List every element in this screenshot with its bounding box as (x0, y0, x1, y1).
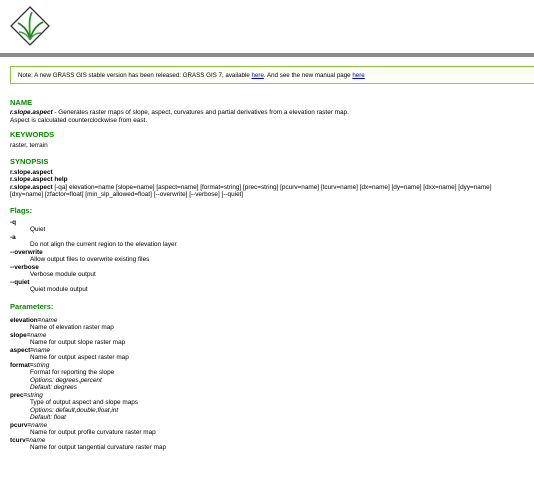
flag-verbose-desc: Verbose module output (30, 271, 96, 278)
keywords-heading: KEYWORDS (10, 130, 55, 139)
flag-a: -a (10, 233, 16, 241)
note-link-grass7[interactable]: here (252, 72, 264, 79)
flag-q: -q (10, 218, 17, 226)
param-pcurv-type: name (31, 421, 48, 429)
param-format-options-text: Options: degrees,percent (30, 376, 102, 384)
note-text-middle: . And see the new manual page (263, 72, 353, 79)
flag-overwrite-desc: Allow output files to overwrite existing… (30, 256, 150, 263)
param-prec-type: string (27, 391, 43, 399)
synopsis-heading: SYNOPSIS (10, 156, 49, 166)
param-tcurv: tcurv=name (10, 436, 46, 444)
param-prec-name: prec (10, 391, 24, 399)
name-description-line2: Aspect is calculated counterclockwise fr… (10, 116, 148, 124)
synopsis-line-4: [dxy=name] [zfactor=float] [min_slp_allo… (10, 191, 244, 198)
command-name: r.slope.aspect (10, 109, 53, 116)
param-prec: prec=string (10, 391, 43, 399)
name-description: r.slope.aspect - Generates raster maps o… (10, 109, 530, 117)
flag-quiet: --quiet (10, 278, 30, 286)
param-elevation-desc: Name of elevation raster map (30, 324, 114, 331)
param-pcurv-name: pcurv (10, 421, 28, 429)
flag-verbose: --verbose (10, 263, 39, 271)
param-slope: slope=name (10, 331, 47, 339)
grass-logo (10, 6, 50, 46)
param-prec-desc: Type of output aspect and slope maps (30, 399, 139, 406)
synopsis-line-3: r.slope.aspect [-qa] elevation=name [slo… (10, 184, 530, 192)
param-format-default-text: Default: degrees (30, 384, 77, 391)
flags-heading: Flags: (10, 205, 33, 215)
param-prec-options-text: Options: default,double,float,int (30, 406, 119, 414)
synopsis-cmd: r.slope.aspect (10, 168, 53, 176)
param-prec-default: Default: float (10, 414, 530, 422)
synopsis-args: [-qa] elevation=name [slope=name] [aspec… (52, 183, 492, 191)
param-elevation: elevation=name (10, 316, 58, 324)
param-aspect-type: name (33, 346, 50, 354)
flag-quiet-desc: Quiet module output (30, 286, 88, 293)
param-slope-type: name (30, 331, 47, 339)
param-tcurv-name: tcurv (10, 436, 26, 444)
keywords-text: raster, terrain (10, 142, 48, 149)
param-pcurv-desc: Name for output profile curvature raster… (30, 429, 156, 436)
header-divider (0, 53, 534, 57)
synopsis-help: r.slope.aspect help (10, 176, 68, 183)
param-tcurv-desc: Name for output tangential curvature ras… (30, 444, 167, 451)
param-tcurv-type: name (29, 436, 46, 444)
param-format-type: string (33, 361, 50, 369)
flags-list: -q Quiet -a Do not align the current reg… (10, 219, 530, 294)
note-link-manual[interactable]: here (352, 72, 364, 79)
param-aspect: aspect=name (10, 346, 50, 354)
synopsis-cmd-full: r.slope.aspect (10, 183, 53, 191)
parameters-heading: Parameters: (10, 301, 54, 311)
param-format: format=string (10, 361, 50, 369)
parameters-list: elevation=name Name of elevation raster … (10, 317, 530, 452)
param-format-desc: Format for reporting the slope (30, 369, 115, 376)
note-text-before: Note: A new GRASS GIS stable version has… (18, 72, 252, 79)
flag-a-desc: Do not align the current region to the e… (30, 241, 177, 248)
manual-content: NAME r.slope.aspect - Generates raster m… (10, 98, 530, 452)
command-summary: - Generates raster maps of slope, aspect… (52, 109, 349, 116)
version-note: Note: A new GRASS GIS stable version has… (10, 66, 534, 84)
flag-q-desc: Quiet (30, 226, 46, 233)
param-slope-desc: Name for output slope raster map (30, 339, 126, 346)
param-prec-default-text: Default: float (30, 414, 66, 421)
param-prec-options: Options: default,double,float,int (10, 407, 530, 415)
param-format-options: Options: degrees,percent (10, 377, 530, 385)
param-aspect-name: aspect (10, 346, 31, 354)
name-heading: NAME (10, 98, 33, 107)
flag-overwrite: --overwrite (10, 248, 43, 256)
param-format-default: Default: degrees (10, 384, 530, 392)
param-aspect-desc: Name for output aspect raster map (30, 354, 129, 361)
synopsis-line-2: r.slope.aspect help (10, 176, 530, 184)
param-slope-name: slope (10, 331, 27, 339)
synopsis-line-1: r.slope.aspect (10, 169, 530, 177)
param-elevation-type: name (41, 316, 58, 324)
param-elevation-name: elevation (10, 316, 38, 324)
param-format-name: format (10, 361, 30, 369)
param-pcurv: pcurv=name (10, 421, 48, 429)
